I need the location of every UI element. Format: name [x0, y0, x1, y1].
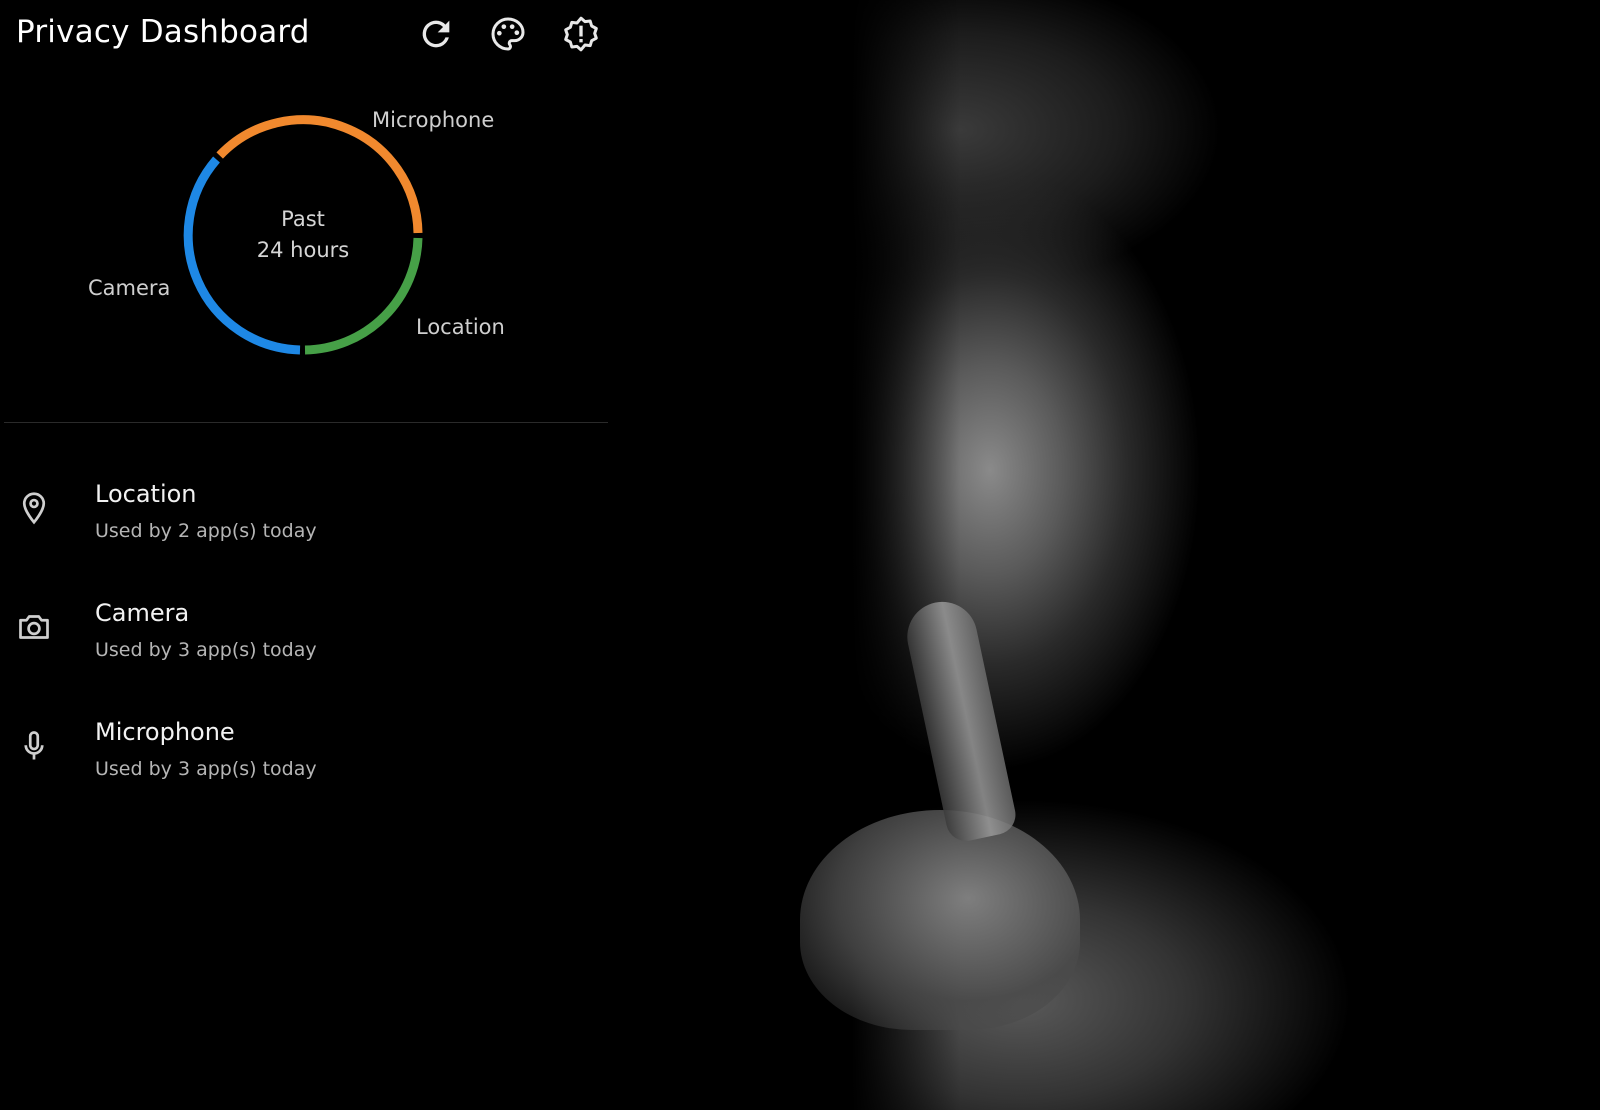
- permission-subtitle: Used by 2 app(s) today: [95, 520, 317, 542]
- ring-label-microphone: Microphone: [372, 108, 495, 132]
- permission-title: Camera: [95, 599, 190, 627]
- permission-item-location[interactable]: Location Used by 2 app(s) today: [0, 470, 600, 570]
- screen: Privacy Dashboard Past 24 hours Micropho…: [0, 0, 1600, 1110]
- permission-title: Microphone: [95, 718, 235, 746]
- page-title: Privacy Dashboard: [16, 14, 310, 50]
- feedback-alert-icon[interactable]: [561, 14, 601, 54]
- ring-label-camera: Camera: [88, 276, 171, 300]
- photo-hand: [800, 810, 1080, 1030]
- permission-item-camera[interactable]: Camera Used by 3 app(s) today: [0, 589, 600, 689]
- microphone-icon: [16, 728, 52, 764]
- permission-subtitle: Used by 3 app(s) today: [95, 639, 317, 661]
- permission-item-microphone[interactable]: Microphone Used by 3 app(s) today: [0, 708, 600, 808]
- ring-label-location: Location: [416, 315, 505, 339]
- background-photo: [600, 0, 1600, 1110]
- privacy-dashboard-panel: Privacy Dashboard Past 24 hours Micropho…: [0, 0, 608, 790]
- ring-center-line2: 24 hours: [256, 238, 350, 262]
- ring-center-line1: Past: [281, 207, 325, 231]
- permission-subtitle: Used by 3 app(s) today: [95, 758, 317, 780]
- refresh-icon[interactable]: [416, 14, 456, 54]
- permission-title: Location: [95, 480, 197, 508]
- camera-icon: [16, 609, 52, 645]
- palette-icon[interactable]: [488, 14, 528, 54]
- location-pin-icon: [16, 490, 52, 526]
- ring-center-label: Past 24 hours: [228, 204, 378, 266]
- section-divider: [4, 422, 608, 423]
